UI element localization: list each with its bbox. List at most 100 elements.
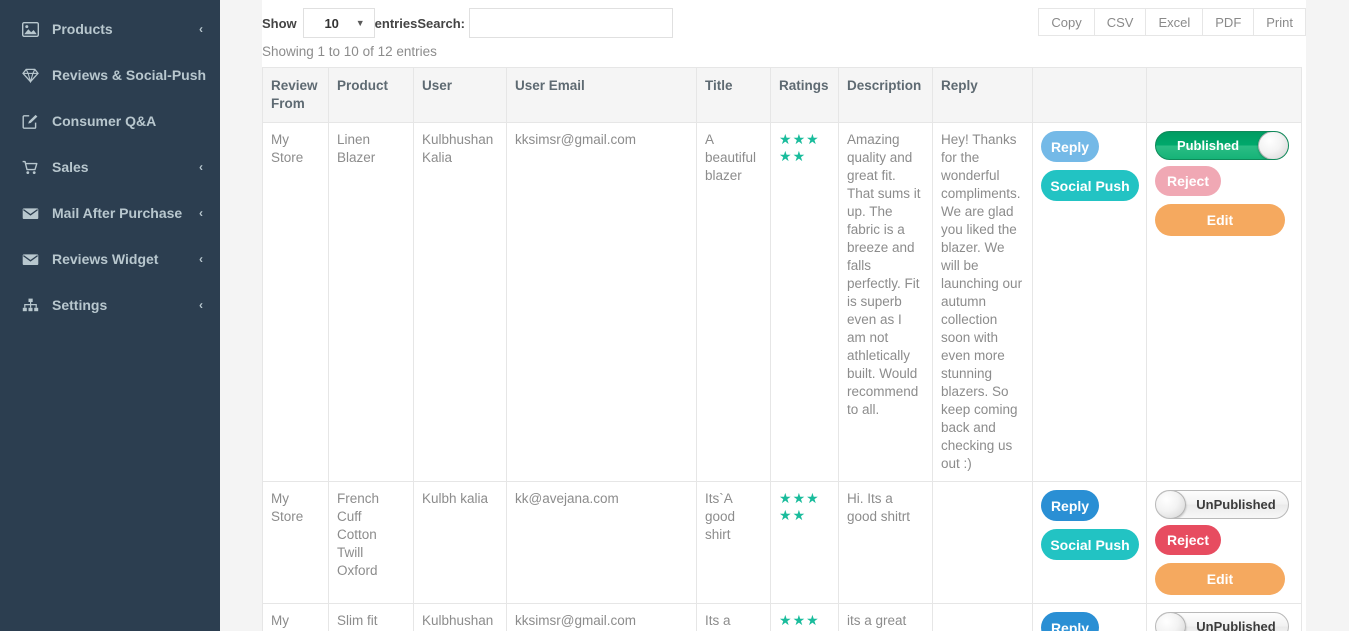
image-icon (22, 21, 42, 37)
edit-button[interactable]: Edit (1155, 204, 1285, 236)
search-input[interactable] (469, 8, 674, 38)
column-header-review-from[interactable]: Review From (262, 67, 329, 123)
excel-button[interactable]: Excel (1145, 8, 1203, 36)
column-header-description[interactable]: Description (838, 67, 933, 123)
table-row: My Store Slim fit Kulbhushan kksimsr@gma… (262, 603, 1302, 631)
star-icon: ★ (779, 148, 793, 164)
sidebar: Products ‹ Reviews & Social-Push Consume… (0, 0, 220, 631)
cell-ratings: ★★★★★ (770, 481, 839, 604)
publish-toggle-label: UnPublished (1196, 496, 1276, 512)
cell-actions: Reply Social Push (1032, 481, 1147, 604)
sidebar-item-label: Reviews & Social-Push (52, 67, 207, 83)
sidebar-item-label: Mail After Purchase (52, 205, 183, 221)
table-row: My Store Linen Blazer Kulbhushan Kalia k… (262, 122, 1302, 482)
reject-button[interactable]: Reject (1155, 525, 1221, 555)
table-header-row: Review From Product User User Email Titl… (262, 67, 1302, 123)
sidebar-item-label: Settings (52, 297, 108, 313)
cell-title: A beautiful blazer (696, 122, 771, 482)
publish-toggle-label: Published (1176, 137, 1240, 153)
pdf-button[interactable]: PDF (1202, 8, 1254, 36)
sidebar-item-reviews-widget[interactable]: Reviews Widget ‹ (0, 236, 220, 282)
star-icon: ★ (806, 490, 820, 506)
cell-status: UnPublished Reject Edit (1146, 481, 1302, 604)
sidebar-item-mail-after-purchase[interactable]: Mail After Purchase ‹ (0, 190, 220, 236)
cell-title: Its a (696, 603, 771, 631)
star-icon: ★ (792, 507, 807, 523)
cell-reply: Hey! Thanks for the wonderful compliment… (932, 122, 1033, 482)
publish-toggle[interactable]: UnPublished (1155, 490, 1289, 519)
cell-user-email: kksimsr@gmail.com (506, 603, 697, 631)
sidebar-item-consumer-qa[interactable]: Consumer Q&A (0, 98, 220, 144)
publish-toggle[interactable]: UnPublished (1155, 612, 1289, 631)
star-icon: ★ (779, 612, 793, 628)
star-icon: ★ (792, 131, 807, 147)
column-header-user-email[interactable]: User Email (506, 67, 697, 123)
star-icon: ★ (792, 490, 807, 506)
chevron-left-icon: ‹ (199, 298, 203, 312)
cell-ratings: ★★★★★ (770, 603, 839, 631)
sidebar-item-products[interactable]: Products ‹ (0, 6, 220, 52)
sidebar-item-label: Consumer Q&A (52, 113, 157, 129)
envelope-icon (22, 205, 42, 221)
app-root: Products ‹ Reviews & Social-Push Consume… (0, 0, 1349, 631)
chevron-left-icon: ‹ (199, 160, 203, 174)
sidebar-item-label: Products (52, 21, 113, 37)
chevron-left-icon: ‹ (199, 22, 203, 36)
cell-review-from: My Store (262, 122, 329, 482)
column-header-actions (1032, 67, 1147, 123)
cell-reply (932, 481, 1033, 604)
star-icon: ★ (779, 490, 793, 506)
show-label: Show (262, 15, 297, 31)
reply-button[interactable]: Reply (1041, 612, 1099, 631)
publish-toggle-label: UnPublished (1196, 618, 1276, 631)
datatable-toolbar: Show 102550100 ▼ entriesSearch: Copy CSV… (262, 0, 1306, 42)
content-area: Show 102550100 ▼ entriesSearch: Copy CSV… (220, 0, 1349, 631)
star-icon: ★ (779, 507, 793, 523)
sidebar-item-sales[interactable]: Sales ‹ (0, 144, 220, 190)
cell-user: Kulbh kalia (413, 481, 507, 604)
column-header-title[interactable]: Title (696, 67, 771, 123)
cell-reply (932, 603, 1033, 631)
reply-button[interactable]: Reply (1041, 490, 1099, 521)
gem-icon (22, 67, 42, 83)
sidebar-item-settings[interactable]: Settings ‹ (0, 282, 220, 328)
entries-label: entries (374, 15, 418, 31)
star-icon: ★ (792, 148, 807, 164)
cell-status: Published Reject Edit (1146, 122, 1302, 482)
copy-button[interactable]: Copy (1038, 8, 1094, 36)
export-buttons: Copy CSV Excel PDF Print (1038, 8, 1306, 36)
cell-description: its a great (838, 603, 933, 631)
sitemap-icon (22, 297, 42, 313)
reviews-table: Review From Product User User Email Titl… (262, 67, 1302, 631)
star-icon: ★ (792, 612, 807, 628)
column-header-reply[interactable]: Reply (932, 67, 1033, 123)
reviews-panel: Show 102550100 ▼ entriesSearch: Copy CSV… (262, 0, 1306, 631)
search-label: Search: (417, 15, 466, 31)
page-length-control: Show 102550100 ▼ (262, 8, 375, 38)
shopping-cart-icon (22, 159, 42, 175)
toggle-knob (1156, 613, 1186, 631)
star-rating: ★★★★★ (779, 490, 830, 524)
star-icon: ★ (806, 612, 820, 628)
pencil-square-icon (22, 113, 42, 129)
publish-toggle[interactable]: Published (1155, 131, 1289, 160)
column-header-ratings[interactable]: Ratings (770, 67, 839, 123)
print-button[interactable]: Print (1253, 8, 1306, 36)
edit-button[interactable]: Edit (1155, 563, 1285, 595)
social-push-button[interactable]: Social Push (1041, 529, 1139, 560)
column-header-user[interactable]: User (413, 67, 507, 123)
cell-user: Kulbhushan Kalia (413, 122, 507, 482)
cell-user-email: kksimsr@gmail.com (506, 122, 697, 482)
toggle-knob (1258, 132, 1288, 159)
star-icon: ★ (806, 131, 820, 147)
reject-button[interactable]: Reject (1155, 166, 1221, 196)
column-header-product[interactable]: Product (328, 67, 414, 123)
star-rating: ★★★★★ (779, 131, 830, 165)
cell-user: Kulbhushan (413, 603, 507, 631)
social-push-button[interactable]: Social Push (1041, 170, 1139, 201)
page-length-select[interactable]: 102550100 (302, 8, 375, 38)
reply-button[interactable]: Reply (1041, 131, 1099, 162)
cell-product: French Cuff Cotton Twill Oxford (328, 481, 414, 604)
csv-button[interactable]: CSV (1093, 8, 1146, 36)
sidebar-item-reviews-social-push[interactable]: Reviews & Social-Push (0, 52, 220, 98)
